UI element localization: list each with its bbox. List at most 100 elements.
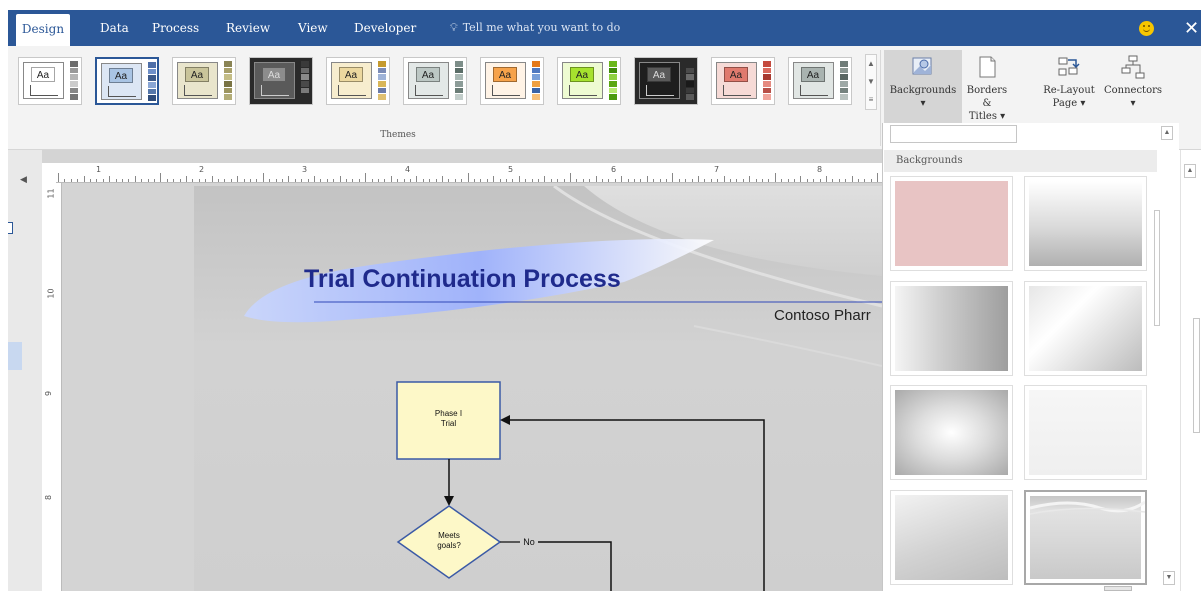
theme-sample-text: Aa [109, 68, 133, 83]
pane-tab[interactable] [8, 222, 13, 234]
tab-view[interactable]: View [294, 10, 332, 46]
theme-thumbnail[interactable]: Aa [634, 57, 698, 105]
ruler-tick [448, 179, 449, 182]
more-icon[interactable]: ≡ [866, 91, 876, 109]
ruler-tick [333, 179, 334, 182]
theme-color-strip [224, 61, 232, 101]
theme-thumbnail[interactable]: Aa [326, 57, 390, 105]
tell-me-search[interactable]: 💡︎ Tell me what you want to do [450, 10, 620, 46]
background-option[interactable] [890, 176, 1013, 271]
background-option[interactable] [890, 281, 1013, 376]
scrollbar-thumb[interactable] [1154, 210, 1160, 326]
backgrounds-label: Backgrounds [889, 85, 957, 96]
gallery-filter-box[interactable] [890, 125, 1017, 143]
scroll-up-icon[interactable]: ▲ [866, 55, 876, 73]
theme-thumbnail[interactable]: Aa [18, 57, 82, 105]
background-option[interactable] [890, 385, 1013, 480]
themes-gallery-scroll[interactable]: ▲ ▼ ≡ [865, 54, 877, 110]
borders-titles-button[interactable]: Borders & Titles ▾ [963, 50, 1011, 124]
background-option[interactable] [890, 490, 1013, 585]
theme-thumbnail[interactable]: Aa [95, 57, 159, 105]
drawing-canvas[interactable]: ◀ 12345678 11 10 9 8 Trial Continuation … [8, 150, 882, 591]
tab-developer[interactable]: Developer [350, 10, 420, 46]
ruler-tick [538, 179, 539, 182]
theme-swatch [455, 81, 463, 87]
ruler-tick [711, 179, 712, 182]
background-preview [1030, 496, 1145, 579]
scrollbar-thumb[interactable] [1193, 318, 1200, 433]
close-icon[interactable]: ✕ [1184, 18, 1199, 38]
theme-thumbnail[interactable]: Aa [172, 57, 236, 105]
theme-swatch [301, 74, 309, 81]
theme-swatch [686, 61, 694, 67]
theme-swatch [763, 94, 771, 101]
phase-i-trial-label[interactable]: Phase I Trial [397, 409, 500, 429]
ruler-tick [109, 176, 110, 182]
vertical-ruler: 11 10 9 8 [42, 183, 62, 591]
theme-swatch [686, 67, 694, 74]
scroll-up-icon[interactable]: ▲ [1161, 126, 1173, 140]
tab-data[interactable]: Data [96, 10, 133, 46]
flowchart [396, 381, 765, 591]
expand-arrow-icon[interactable]: ◀ [20, 174, 27, 185]
theme-swatch [686, 81, 694, 87]
gallery-resize-grip[interactable] [1104, 586, 1132, 591]
ruler-tick [730, 179, 731, 182]
theme-color-strip [148, 62, 156, 102]
theme-thumbnail[interactable]: Aa [249, 57, 313, 105]
scroll-down-icon[interactable]: ▼ [866, 73, 876, 91]
theme-swatch [763, 61, 771, 67]
ruler-tick [192, 179, 193, 182]
background-option[interactable] [1024, 490, 1147, 585]
ruler-number: 10 [46, 288, 56, 299]
scroll-up-icon[interactable]: ▲ [1184, 164, 1196, 178]
tab-design[interactable]: Design [16, 14, 70, 46]
ruler-tick [788, 179, 789, 182]
ruler-tick [384, 179, 385, 182]
background-option[interactable] [1024, 281, 1147, 376]
theme-preview: Aa [23, 62, 64, 99]
vertical-scrollbar[interactable]: ▲ [1180, 150, 1201, 591]
theme-color-strip [301, 61, 309, 101]
theme-color-strip [609, 61, 617, 101]
ruler-tick [653, 179, 654, 182]
background-option[interactable] [1024, 385, 1147, 480]
drawing-page[interactable]: Trial Continuation Process Contoso Pharr… [194, 186, 882, 591]
meets-goals-label[interactable]: Meets goals? [408, 531, 490, 551]
ruler-tick [148, 179, 149, 182]
background-option[interactable] [1024, 176, 1147, 271]
theme-thumbnail[interactable]: Aa [788, 57, 852, 105]
theme-thumbnail[interactable]: Aa [403, 57, 467, 105]
ruler-tick [679, 179, 680, 182]
ruler-tick [532, 179, 533, 182]
scroll-down-icon[interactable]: ▼ [1163, 571, 1175, 585]
ruler-corner [42, 163, 56, 183]
background-preview [895, 286, 1008, 371]
feedback-smiley-icon[interactable] [1139, 21, 1154, 36]
theme-swatch [148, 88, 156, 95]
tab-review[interactable]: Review [222, 10, 274, 46]
theme-color-strip [840, 61, 848, 101]
ruler-tick [794, 179, 795, 182]
theme-swatch [686, 87, 694, 94]
theme-thumbnail[interactable]: Aa [557, 57, 621, 105]
relayout-page-button[interactable]: Re-Layout Page ▾ [1040, 50, 1098, 124]
ruler-tick [519, 176, 520, 182]
ruler-tick [852, 176, 853, 182]
ruler-tick [461, 179, 462, 182]
theme-thumbnail[interactable]: Aa [480, 57, 544, 105]
connectors-button[interactable]: Connectors ▾ [1098, 50, 1168, 124]
ruler-tick [436, 179, 437, 182]
theme-swatch [840, 61, 848, 67]
arrow-head-icon [500, 415, 510, 425]
theme-swatch [763, 67, 771, 74]
theme-connector-line [415, 95, 443, 96]
ruler-tick [487, 179, 488, 182]
ruler-tick [352, 179, 353, 182]
tab-process[interactable]: Process [148, 10, 203, 46]
gallery-scrollbar[interactable] [1154, 175, 1160, 591]
pane-tab-highlight[interactable] [8, 342, 22, 370]
theme-thumbnail[interactable]: Aa [711, 57, 775, 105]
theme-swatch [840, 67, 848, 74]
backgrounds-button[interactable]: Backgrounds ▾ [884, 50, 962, 124]
